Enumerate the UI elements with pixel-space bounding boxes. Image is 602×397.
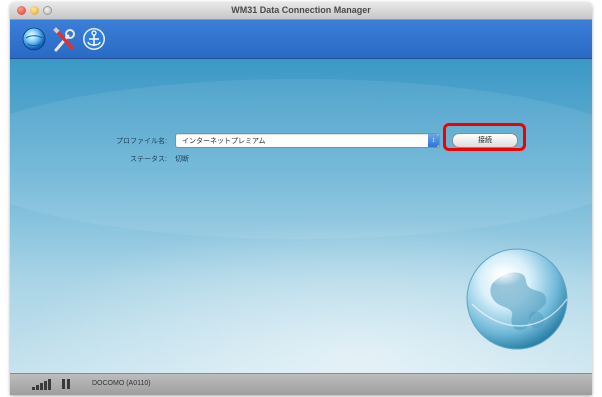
connect-button[interactable]: 接続 xyxy=(452,133,518,148)
status-value: 切断 xyxy=(175,156,189,163)
signal-strength-icon xyxy=(32,379,51,390)
toolbar xyxy=(10,20,592,59)
profile-select[interactable]: インターネットプレミアム ↕ xyxy=(175,133,440,148)
anchor-icon[interactable] xyxy=(80,24,108,54)
globe-icon xyxy=(466,248,568,350)
pause-icon xyxy=(62,379,70,389)
profile-label: プロファイル名: xyxy=(116,138,167,145)
app-window: WM31 Data Connection Manager プロファイル名: イン… xyxy=(10,2,592,395)
window-title: WM31 Data Connection Manager xyxy=(231,5,371,15)
title-bar: WM31 Data Connection Manager xyxy=(10,2,592,20)
select-arrows-icon[interactable]: ↕ xyxy=(428,134,439,147)
device-name: DOCOMO (A0110) xyxy=(92,380,151,387)
profile-select-value: インターネットプレミアム xyxy=(182,138,266,145)
globe-connect-icon[interactable] xyxy=(20,24,48,54)
tools-settings-icon[interactable] xyxy=(50,24,78,54)
status-label: ステータス: xyxy=(130,156,167,163)
main-content: プロファイル名: インターネットプレミアム ↕ 接続 ステータス: 切断 xyxy=(10,59,592,374)
status-bar: DOCOMO (A0110) xyxy=(10,373,592,395)
